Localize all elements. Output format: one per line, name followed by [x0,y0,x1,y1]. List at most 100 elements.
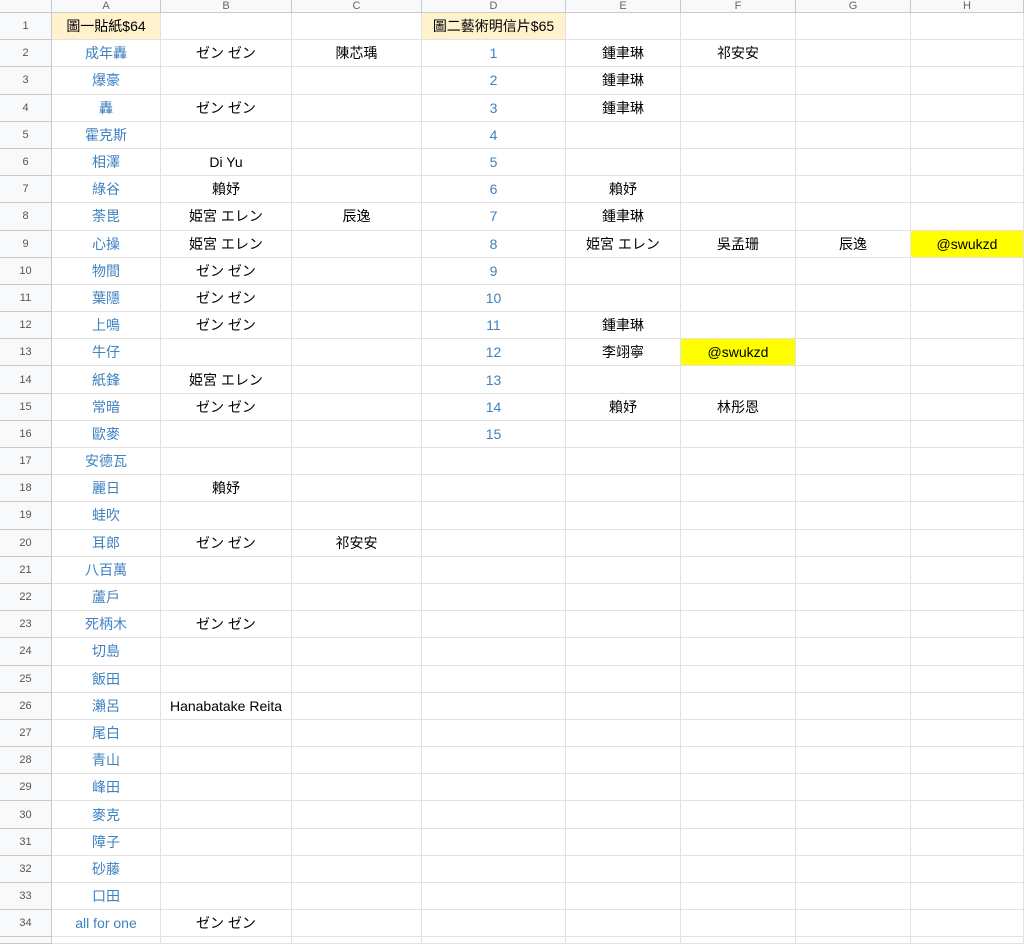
cell-c[interactable] [292,176,422,204]
cell-b[interactable]: ゼン ゼン [161,910,292,938]
cell-f[interactable] [681,828,796,856]
cell-e[interactable] [566,284,681,313]
cell-g[interactable] [796,828,911,856]
row-header[interactable]: 2 [0,40,52,68]
cell-f[interactable] [681,719,796,748]
cell-b[interactable] [161,67,292,95]
cell-b[interactable]: Di Yu [161,148,292,177]
cell-a[interactable]: 瀨呂 [52,692,161,720]
cell-h[interactable] [911,502,1024,530]
cell-b[interactable]: ゼン ゼン [161,94,292,122]
cell-f[interactable] [681,883,796,911]
cell-g[interactable] [796,665,911,693]
row-header[interactable]: 10 [0,257,52,285]
cell-d[interactable]: 7 [422,203,566,231]
cell-e[interactable] [566,692,681,720]
cell-e[interactable]: 賴妤 [566,176,681,204]
cell-c[interactable] [292,719,422,748]
cell-a[interactable]: 八百萬 [52,556,161,584]
cell-h[interactable] [911,13,1024,41]
cell-e[interactable] [566,719,681,748]
cell-c[interactable] [292,910,422,938]
cell-c[interactable] [292,556,422,584]
cell-h[interactable] [911,475,1024,503]
cell-a[interactable]: 相澤 [52,148,161,177]
row-header-partial[interactable] [0,937,52,945]
cell-d[interactable] [422,611,566,639]
cell-d[interactable] [422,665,566,693]
cell-f[interactable] [681,638,796,666]
cell-h[interactable] [911,448,1024,476]
cell-f[interactable]: 祁安安 [681,40,796,68]
cell-h[interactable] [911,583,1024,612]
cell-c[interactable] [292,393,422,421]
cell-a[interactable]: 歐麥 [52,420,161,448]
cell-a[interactable]: 爆豪 [52,67,161,95]
cell-c[interactable] [292,448,422,476]
column-header-b[interactable]: B [161,0,292,13]
cell-h[interactable] [911,529,1024,557]
cell-g[interactable] [796,257,911,285]
cell-g-partial[interactable] [796,937,911,945]
cell-f[interactable] [681,665,796,693]
cell-h[interactable] [911,556,1024,584]
cell-c[interactable]: 辰逸 [292,203,422,231]
cell-a[interactable]: 荼毘 [52,203,161,231]
cell-g[interactable] [796,40,911,68]
cell-e[interactable]: 鍾聿琳 [566,203,681,231]
cell-f[interactable] [681,475,796,503]
cell-g[interactable] [796,448,911,476]
cell-f[interactable] [681,366,796,394]
cell-b[interactable]: ゼン ゼン [161,312,292,340]
cell-a[interactable]: 上鳴 [52,312,161,340]
cell-b[interactable]: 姫宮 エレン [161,203,292,231]
cell-d[interactable] [422,828,566,856]
cell-h[interactable] [911,203,1024,231]
cell-c[interactable] [292,420,422,448]
cell-c[interactable] [292,883,422,911]
cell-d[interactable]: 6 [422,176,566,204]
cell-e[interactable] [566,420,681,448]
cell-c[interactable] [292,339,422,367]
cell-h[interactable] [911,257,1024,285]
cell-a[interactable]: 綠谷 [52,176,161,204]
cell-b[interactable]: ゼン ゼン [161,611,292,639]
cell-d[interactable]: 5 [422,148,566,177]
cell-c[interactable] [292,665,422,693]
cell-e[interactable] [566,828,681,856]
row-header[interactable]: 21 [0,556,52,584]
cell-f[interactable] [681,556,796,584]
cell-h[interactable] [911,67,1024,95]
cell-e[interactable] [566,148,681,177]
cell-h[interactable] [911,393,1024,421]
cell-h[interactable] [911,801,1024,829]
cell-a[interactable]: all for one [52,910,161,938]
cell-d[interactable] [422,475,566,503]
column-header-e[interactable]: E [566,0,681,13]
cell-b[interactable] [161,883,292,911]
row-header[interactable]: 16 [0,420,52,448]
cell-b[interactable] [161,448,292,476]
cell-h[interactable] [911,339,1024,367]
cell-d[interactable] [422,502,566,530]
cell-f[interactable]: @swukzd [681,339,796,367]
row-header[interactable]: 18 [0,475,52,503]
cell-f[interactable] [681,284,796,313]
cell-c[interactable] [292,611,422,639]
row-header[interactable]: 33 [0,883,52,911]
cell-c[interactable] [292,67,422,95]
row-header[interactable]: 22 [0,583,52,612]
cell-g[interactable] [796,203,911,231]
cell-c[interactable] [292,312,422,340]
cell-f[interactable] [681,611,796,639]
cell-c[interactable] [292,583,422,612]
cell-f[interactable] [681,121,796,149]
cell-c[interactable]: 陳芯瑀 [292,40,422,68]
cell-f[interactable] [681,583,796,612]
row-header[interactable]: 30 [0,801,52,829]
cell-b-partial[interactable] [161,937,292,945]
cell-g[interactable] [796,284,911,313]
cell-d[interactable]: 3 [422,94,566,122]
cell-e[interactable] [566,121,681,149]
cell-g[interactable] [796,747,911,775]
